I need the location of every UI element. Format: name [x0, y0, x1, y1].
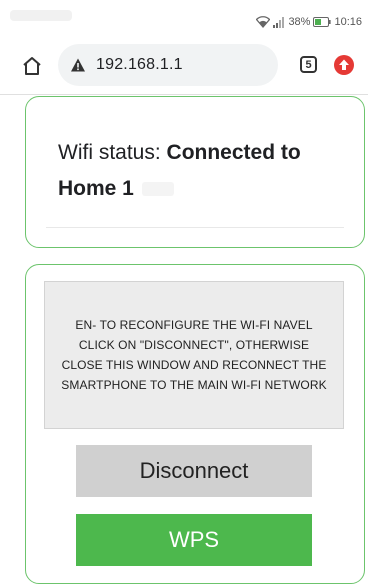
wps-button[interactable]: WPS: [76, 514, 312, 566]
battery-icon: [313, 17, 332, 27]
disconnect-button[interactable]: Disconnect: [76, 445, 312, 497]
carrier-label: [10, 10, 72, 21]
cell-signal-icon: [273, 16, 285, 28]
instruction-text: EN- TO RECONFIGURE THE WI-FI NAVEL CLICK…: [61, 318, 327, 392]
home-icon[interactable]: [20, 54, 44, 78]
wifi-status-card: Wifi status: Connected to Home 1: [25, 96, 365, 248]
redacted-text: [141, 182, 174, 197]
wifi-status: Wifi status: Connected to Home 1: [58, 135, 348, 207]
divider: [46, 227, 344, 228]
browser-toolbar: 192.168.1.1 5: [0, 38, 368, 95]
tab-switcher-button[interactable]: 5: [300, 56, 317, 73]
actions-card: EN- TO RECONFIGURE THE WI-FI NAVEL CLICK…: [25, 264, 365, 584]
battery-percent: 38%: [288, 16, 311, 28]
upload-icon[interactable]: [333, 54, 355, 76]
wifi-status-label: Wifi status:: [58, 141, 167, 164]
status-bar: 38% 10:16: [0, 0, 368, 38]
address-bar[interactable]: 192.168.1.1: [58, 44, 278, 86]
warning-icon[interactable]: [70, 57, 86, 73]
url-text[interactable]: 192.168.1.1: [96, 56, 183, 74]
clock: 10:16: [334, 16, 362, 28]
instruction-notice: EN- TO RECONFIGURE THE WI-FI NAVEL CLICK…: [44, 281, 344, 429]
wifi-signal-icon: [256, 16, 271, 28]
status-indicators: 38% 10:16: [256, 14, 362, 30]
